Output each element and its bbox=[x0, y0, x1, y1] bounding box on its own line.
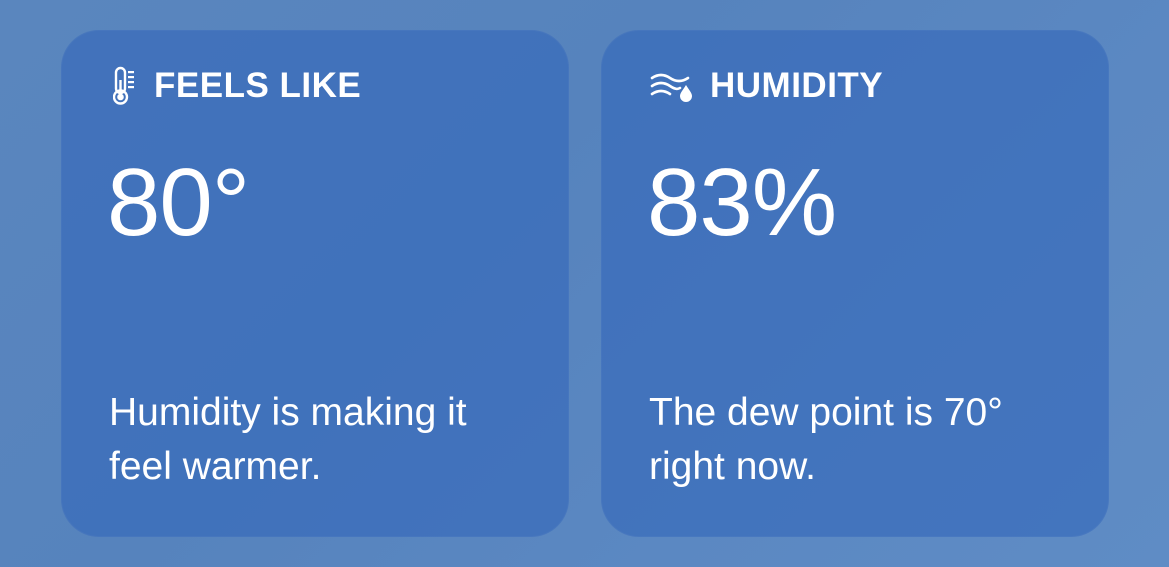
humidity-header: HUMIDITY bbox=[650, 66, 883, 106]
feels-like-title: FEELS LIKE bbox=[154, 66, 362, 105]
humidity-card[interactable]: HUMIDITY 83% The dew point is 70° right … bbox=[601, 30, 1109, 537]
feels-like-value: 80° bbox=[107, 149, 250, 256]
feels-like-card[interactable]: FEELS LIKE 80° Humidity is making it fee… bbox=[61, 30, 569, 537]
humidity-title: HUMIDITY bbox=[710, 66, 884, 105]
feels-like-description: Humidity is making it feel warmer. bbox=[109, 391, 467, 488]
feels-like-header: FEELS LIKE bbox=[110, 66, 361, 106]
thermometer-icon bbox=[110, 66, 140, 106]
humidity-value: 83% bbox=[647, 149, 837, 256]
humidity-icon bbox=[650, 66, 696, 106]
humidity-description: The dew point is 70° right now. bbox=[649, 391, 1003, 488]
